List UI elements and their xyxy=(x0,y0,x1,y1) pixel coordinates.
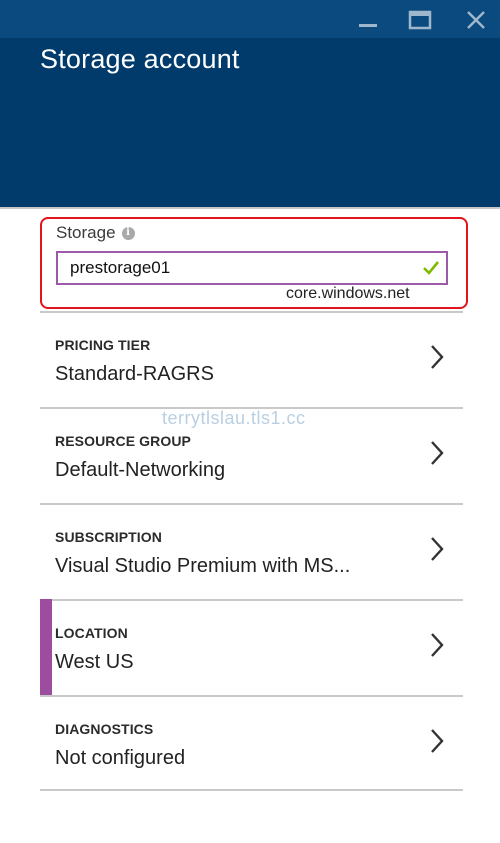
settings-list: PRICING TIER Standard-RAGRS RESOURCE GRO… xyxy=(40,311,463,791)
info-icon[interactable]: i xyxy=(121,226,135,240)
row-label: SUBSCRIPTION xyxy=(55,529,162,545)
row-label: RESOURCE GROUP xyxy=(55,433,191,449)
close-button[interactable] xyxy=(460,6,492,34)
storage-label: Storage i xyxy=(56,223,135,243)
row-value: Visual Studio Premium with MS... xyxy=(55,555,351,577)
chevron-right-icon xyxy=(431,633,444,657)
minimize-icon xyxy=(359,24,377,27)
storage-name-input[interactable] xyxy=(58,253,446,283)
row-label: DIAGNOSTICS xyxy=(55,721,154,737)
settings-row-pricing-tier[interactable]: PRICING TIER Standard-RAGRS xyxy=(40,311,463,407)
blade-header: Storage account xyxy=(0,0,500,207)
row-value: West US xyxy=(55,651,134,673)
maximize-button[interactable] xyxy=(404,6,436,34)
storage-label-text: Storage xyxy=(56,223,116,242)
header-divider xyxy=(0,207,500,209)
minimize-button[interactable] xyxy=(352,6,384,34)
row-value: Default-Networking xyxy=(55,459,226,481)
chevron-right-icon xyxy=(431,729,444,753)
settings-row-subscription[interactable]: SUBSCRIPTION Visual Studio Premium with … xyxy=(40,503,463,599)
settings-row-location[interactable]: LOCATION West US xyxy=(40,599,463,695)
row-label: PRICING TIER xyxy=(55,337,151,353)
maximize-icon xyxy=(408,10,432,30)
active-row-indicator xyxy=(40,599,52,695)
chevron-right-icon xyxy=(431,441,444,465)
settings-row-diagnostics[interactable]: DIAGNOSTICS Not configured xyxy=(40,695,463,791)
storage-input-wrapper xyxy=(56,251,448,285)
storage-name-group: Storage i core.windows.net xyxy=(40,217,468,309)
close-icon xyxy=(467,11,485,29)
row-value: Standard-RAGRS xyxy=(55,363,214,385)
blade-title: Storage account xyxy=(40,44,240,74)
chevron-right-icon xyxy=(431,345,444,369)
row-value: Not configured xyxy=(55,747,186,769)
settings-row-resource-group[interactable]: RESOURCE GROUP Default-Networking xyxy=(40,407,463,503)
chevron-right-icon xyxy=(431,537,444,561)
row-label: LOCATION xyxy=(55,625,128,641)
storage-domain-suffix: core.windows.net xyxy=(286,285,410,302)
checkmark-icon xyxy=(423,261,440,275)
